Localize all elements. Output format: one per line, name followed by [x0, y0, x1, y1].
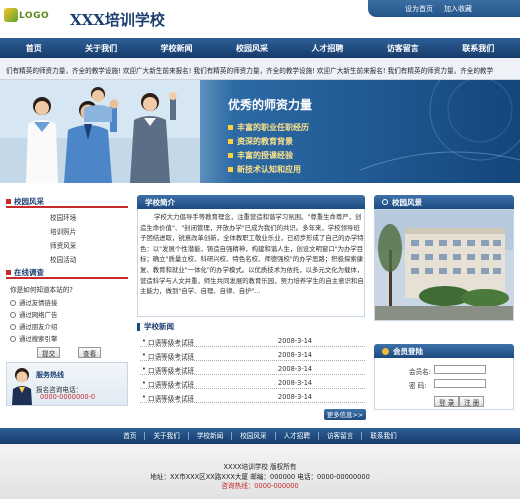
campus-view-title: 校园风景	[374, 195, 514, 209]
password-label: 密 码:	[409, 382, 427, 390]
radio-icon[interactable]	[10, 335, 16, 342]
banner-item: 丰富的授课经验	[228, 150, 293, 161]
square-bullet-icon	[6, 270, 11, 275]
footer-nav: 首页 关于我们 学校新闻 校园风采 人才招聘 访客留言 联系我们	[0, 428, 520, 444]
password-input[interactable]	[434, 379, 486, 388]
more-news-button[interactable]: 更多信息>>	[324, 409, 366, 420]
site-logo[interactable]: LOGO	[4, 8, 52, 26]
news-row[interactable]: 口语等级考试班 2008-3-14	[140, 391, 365, 403]
username-input[interactable]	[434, 365, 486, 374]
nav-item-jobs[interactable]: 人才招聘	[311, 43, 343, 54]
member-icon	[382, 347, 389, 355]
campus-section-title: 校园风采	[6, 196, 128, 208]
nav-item-contact[interactable]: 联系我们	[462, 43, 494, 54]
news-date: 2008-3-14	[278, 365, 313, 373]
square-bullet-icon	[6, 199, 11, 204]
add-favorite-link[interactable]: 加入收藏	[444, 4, 472, 14]
news-title[interactable]: 口语等级考试班	[142, 337, 194, 347]
sidebar-link-teachers[interactable]: 师资风采	[50, 240, 76, 250]
news-title[interactable]: 口语等级考试班	[142, 379, 194, 389]
nav-item-home[interactable]: 首页	[26, 43, 42, 54]
hero-banner: 优秀的师资力量 丰富的职业任职经历 资深的教育背景 丰富的授课经验 新技术认知和…	[0, 80, 520, 183]
footer: XXXX培训学校 版权所有 地址：XX市XXX区XX路XXX大厦 邮编：0000…	[0, 444, 520, 499]
radio-icon[interactable]	[10, 323, 16, 330]
hotline-text: 咨询热线：0000-000000	[221, 482, 299, 490]
survey-question: 你是如何知道本站的?	[10, 286, 73, 294]
footer-link-home[interactable]: 首页	[115, 432, 146, 440]
site-title: XXX培训学校	[70, 11, 165, 29]
radio-icon[interactable]	[10, 299, 16, 306]
footer-link-guestbook[interactable]: 访客留言	[319, 432, 363, 440]
news-date: 2008-3-14	[278, 337, 313, 345]
username-label: 会员名:	[409, 368, 432, 376]
news-title[interactable]: 口语等级考试班	[142, 393, 194, 403]
survey-section-title: 在线调查	[6, 267, 128, 279]
login-button[interactable]: 登 录	[434, 396, 460, 407]
banner-title: 优秀的师资力量	[228, 98, 313, 112]
footer-link-jobs[interactable]: 人才招聘	[276, 432, 319, 440]
hotline-title: 服务热线	[36, 371, 64, 379]
news-date: 2008-3-14	[278, 379, 313, 387]
footer-link-about[interactable]: 关于我们	[145, 432, 189, 440]
banner-item: 新技术认知和应用	[228, 164, 301, 175]
banner-item: 丰富的职业任职经历	[228, 122, 309, 133]
sidebar-link-environment[interactable]: 校园环境	[50, 212, 76, 222]
news-row[interactable]: 口语等级考试班 2008-3-14	[140, 363, 365, 375]
survey-option[interactable]: 通过友情链接	[10, 298, 57, 307]
survey-submit-button[interactable]: 提交	[37, 347, 61, 358]
radio-icon[interactable]	[10, 311, 16, 318]
marquee-text: 们有精英的师资力量，齐全的教学设施! 欢迎广大新生前来报名! 我们有精英的师资力…	[6, 67, 494, 75]
news-row[interactable]: 口语等级考试班 2008-3-14	[140, 377, 365, 389]
footer-link-contact[interactable]: 联系我们	[362, 432, 404, 440]
sidebar-link-photos[interactable]: 培训照片	[50, 226, 76, 236]
nav-item-guestbook[interactable]: 访客留言	[387, 43, 419, 54]
nav-item-campus[interactable]: 校园风采	[236, 43, 268, 54]
sidebar-link-activities[interactable]: 校园活动	[50, 254, 76, 264]
nav-item-news[interactable]: 学校新闻	[161, 43, 193, 54]
campus-photo[interactable]	[374, 209, 514, 321]
banner-item: 资深的教育背景	[228, 136, 293, 147]
logo-text: LOGO	[19, 11, 50, 21]
news-row[interactable]: 口语等级考试班 2008-3-14	[140, 335, 365, 347]
intro-text: 学校大力倡导手等教育理念，注重营造和谐学习氛围。"尊重生命尊严，创造生命价值"、…	[140, 213, 364, 296]
set-homepage-link[interactable]: 设为首页	[405, 4, 433, 14]
staff-photo	[0, 80, 200, 183]
news-date: 2008-3-14	[278, 393, 313, 401]
survey-view-button[interactable]: 查看	[78, 347, 102, 358]
intro-section-title: 学校简介	[137, 195, 365, 209]
news-date: 2008-3-14	[278, 351, 313, 359]
news-row[interactable]: 口语等级考试班 2008-3-14	[140, 349, 365, 361]
survey-option[interactable]: 通过搜索引擎	[10, 334, 57, 343]
news-title[interactable]: 口语等级考试班	[142, 365, 194, 375]
login-section-title: 会员登陆	[374, 344, 514, 358]
footer-link-campus[interactable]: 校园风采	[232, 432, 276, 440]
hotline-number: 0000-0000000-0	[40, 393, 96, 401]
announcement-marquee: 们有精英的师资力量，齐全的教学设施! 欢迎广大新生前来报名! 我们有精英的师资力…	[0, 58, 520, 80]
news-title[interactable]: 口语等级考试班	[142, 351, 194, 361]
survey-option[interactable]: 通过网络广告	[10, 310, 57, 319]
nav-item-about[interactable]: 关于我们	[85, 43, 117, 54]
logo-icon	[4, 8, 18, 22]
copyright-text: XXXX培训学校 版权所有	[223, 463, 297, 471]
footer-link-news[interactable]: 学校新闻	[189, 432, 233, 440]
bar-icon	[137, 323, 140, 331]
survey-option[interactable]: 通过朋友介绍	[10, 322, 57, 331]
main-nav: 首页 关于我们 学校新闻 校园风采 人才招聘 访客留言 联系我们	[0, 38, 520, 58]
service-agent-icon	[12, 368, 32, 405]
circle-icon	[382, 199, 388, 205]
banner-decoration	[360, 80, 520, 171]
news-section-title: 学校新闻	[137, 321, 174, 332]
register-button[interactable]: 注 册	[459, 396, 485, 407]
